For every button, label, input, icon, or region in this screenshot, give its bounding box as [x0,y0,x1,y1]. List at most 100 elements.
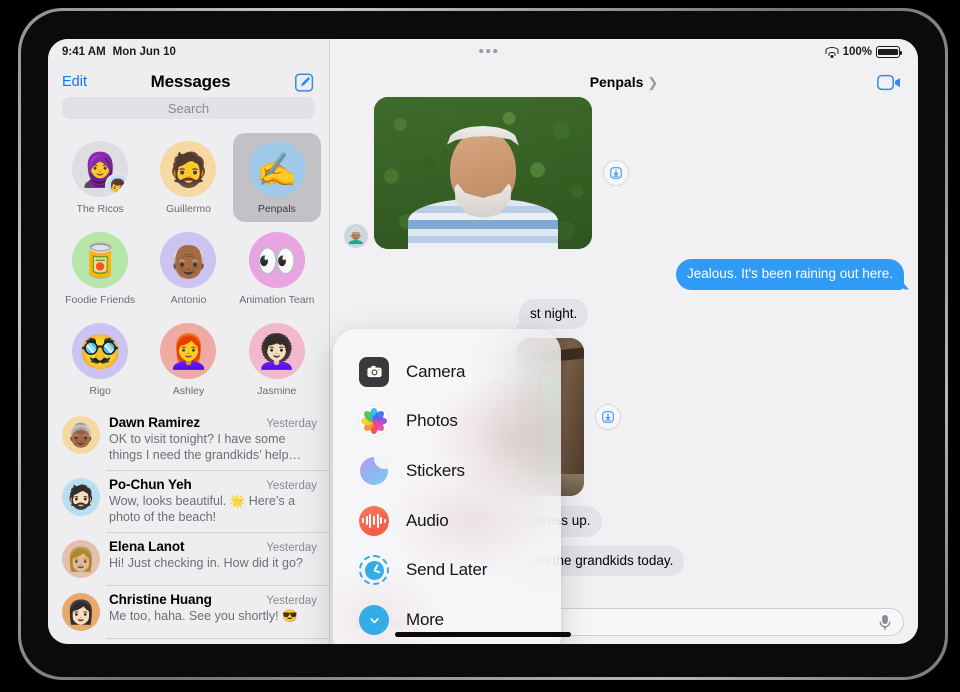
conversation-timestamp: Yesterday [266,542,317,554]
ipad-device-frame: 9:41 AM Mon Jun 10 100% Edit Messages Se… [18,8,948,680]
edit-button[interactable]: Edit [62,74,87,90]
attachment-icon-wrap [359,505,389,536]
attachment-menu-label: Camera [406,361,466,381]
conversation-preview: Me too, haha. See you shortly! 😎 [109,609,298,623]
pinned-conversation-label: Foodie Friends [65,294,136,306]
pinned-conversation-guillermo[interactable]: 🧔 Guillermo [144,133,232,222]
avatar: 👩🏻‍🦱 [248,323,305,379]
dot [493,49,497,53]
attachment-menu-item-audio[interactable]: Audio [333,496,561,545]
pinned-conversation-label: Guillermo [166,203,211,215]
avatar: 🥸 [72,323,129,379]
wifi-icon [825,47,839,58]
message-bubble-incoming[interactable]: st night. [519,298,589,330]
pinned-conversation-antonio[interactable]: 👴🏾 Antonio [144,224,232,313]
status-bar-left: 9:41 AM Mon Jun 10 [62,46,176,58]
stickers-icon [360,457,388,486]
camera-icon [359,356,389,387]
pinned-conversation-animation-team[interactable]: 👀 Animation Team [233,224,321,313]
sidebar-scroll-area[interactable]: 🧕 👦 The Ricos 🧔 Guillermo ✍️ Penpals 🥫 Foodie Fr… [48,127,329,644]
status-time: 9:41 AM [62,46,106,58]
photo-with-save [374,97,629,249]
attachment-icon-wrap [359,605,389,636]
pinned-conversation-label: The Ricos [76,203,124,215]
pinned-conversation-foodie-friends[interactable]: 🥫 Foodie Friends [56,224,144,313]
audio-waveform-icon [359,505,389,536]
message-photo-attachment: 👨🏽‍🦳 [344,97,904,249]
attachment-menu-label: Audio [406,510,449,530]
conversation-list: 👵🏾 Dawn Ramirez Yesterday OK to visit tonig… [48,408,329,644]
attachment-icon-wrap [359,406,389,437]
chevron-down-icon [359,605,389,636]
search-bar-container: Search [48,97,329,127]
conversation-name: Christine Huang [109,592,212,607]
pinned-conversation-jasmine[interactable]: 👩🏻‍🦱 Jasmine [233,315,321,404]
facetime-video-icon[interactable] [877,74,902,91]
attachment-menu-label: Photos [406,411,458,431]
conversation-list-item[interactable]: 👨🏽Magico MartinezYesterday [48,638,329,644]
avatar: 👴🏾 [160,232,217,288]
avatar: 👩‍🦰 [160,323,217,379]
save-to-photos-icon[interactable] [595,404,621,431]
conversation-timestamp: Yesterday [266,595,317,607]
attachment-menu-item-stickers[interactable]: Stickers [333,447,561,496]
dot [486,49,490,53]
compose-icon[interactable] [294,72,315,93]
ipad-screen: 9:41 AM Mon Jun 10 100% Edit Messages Se… [48,39,918,644]
search-input[interactable]: Search [62,97,315,119]
message-row-outgoing: Jealous. It's been raining out here. [344,259,904,290]
avatar: 🧔🏻 [62,478,100,516]
conversation-list-item[interactable]: 👩🏻 Christine Huang Yesterday Me too, haha. … [48,585,329,638]
avatar: 🥫 [72,232,129,288]
conversation-list-item[interactable]: 👩🏼 Elena Lanot Yesterday Hi! Just checking … [48,532,329,585]
conversation-title: Penpals [589,74,644,90]
conversation-header: Christine Huang Yesterday [109,592,317,607]
avatar-emoji: 👨🏽‍🦳 [346,228,366,245]
avatar: 👀 [248,232,305,288]
attachment-icon-wrap [359,555,389,586]
avatar: 👩🏼 [62,540,100,578]
attachment-menu-label: More [406,610,444,630]
home-indicator[interactable] [395,632,571,637]
attachment-menu-label: Send Later [406,560,488,580]
conversation-body: Christine Huang Yesterday Me too, haha. Se… [109,592,317,631]
save-to-photos-icon[interactable] [603,160,629,186]
conversation-list-item[interactable]: 👵🏾 Dawn Ramirez Yesterday OK to visit tonig… [48,408,329,470]
conversation-header: Elena Lanot Yesterday [109,539,317,554]
conversation-body: Dawn Ramirez Yesterday OK to visit tonight… [109,415,317,463]
send-later-clock-icon [359,555,389,586]
dot [479,49,483,53]
conversation-preview: Hi! Just checking in. How did it go? [109,556,303,570]
conversation-body: Elena Lanot Yesterday Hi! Just checking in… [109,539,317,578]
attachment-menu-label: Stickers [406,461,465,481]
avatar: 🧔 [160,141,217,197]
battery-icon [876,46,903,58]
attachment-menu-item-send-later[interactable]: Send Later [333,546,561,595]
avatar-secondary: 👦 [105,173,129,197]
pinned-conversation-label: Rigo [89,385,111,397]
pinned-conversation-label: Ashley [172,385,205,397]
page-title: Messages [150,72,231,91]
device-bezel: 9:41 AM Mon Jun 10 100% Edit Messages Se… [21,11,945,677]
microphone-icon[interactable] [878,614,892,631]
conversation-list-item[interactable]: 🧔🏻 Po-Chun Yeh Yesterday Wow, looks beautif… [48,470,329,532]
conversation-title-button[interactable]: Penpals ❯ [330,67,918,97]
pinned-conversation-label: Jasmine [257,385,297,397]
attachment-icon-wrap [359,456,389,486]
pinned-conversation-penpals[interactable]: ✍️ Penpals [232,133,321,222]
avatar: 🧕 👦 [72,141,129,197]
messages-sidebar: Edit Messages Search 🧕 👦 The Ricos 🧔 Guiller… [48,39,330,644]
photo-man-hedge[interactable] [374,97,592,249]
attachment-menu-item-photos[interactable]: Photos [333,397,561,446]
pinned-conversation-label: Penpals [257,203,296,215]
multitasking-controls-button[interactable] [479,49,497,53]
avatar: 👩🏻 [62,593,100,631]
status-date: Mon Jun 10 [112,46,176,58]
attachment-menu-item-camera[interactable]: Camera [333,347,561,396]
pinned-conversation-the-ricos[interactable]: 🧕 👦 The Ricos [56,133,144,222]
pinned-conversation-ashley[interactable]: 👩‍🦰 Ashley [144,315,232,404]
pinned-conversation-rigo[interactable]: 🥸 Rigo [56,315,144,404]
message-row-incoming: st night. [344,298,904,330]
conversation-timestamp: Yesterday [266,480,317,492]
message-bubble-outgoing[interactable]: Jealous. It's been raining out here. [676,259,904,290]
